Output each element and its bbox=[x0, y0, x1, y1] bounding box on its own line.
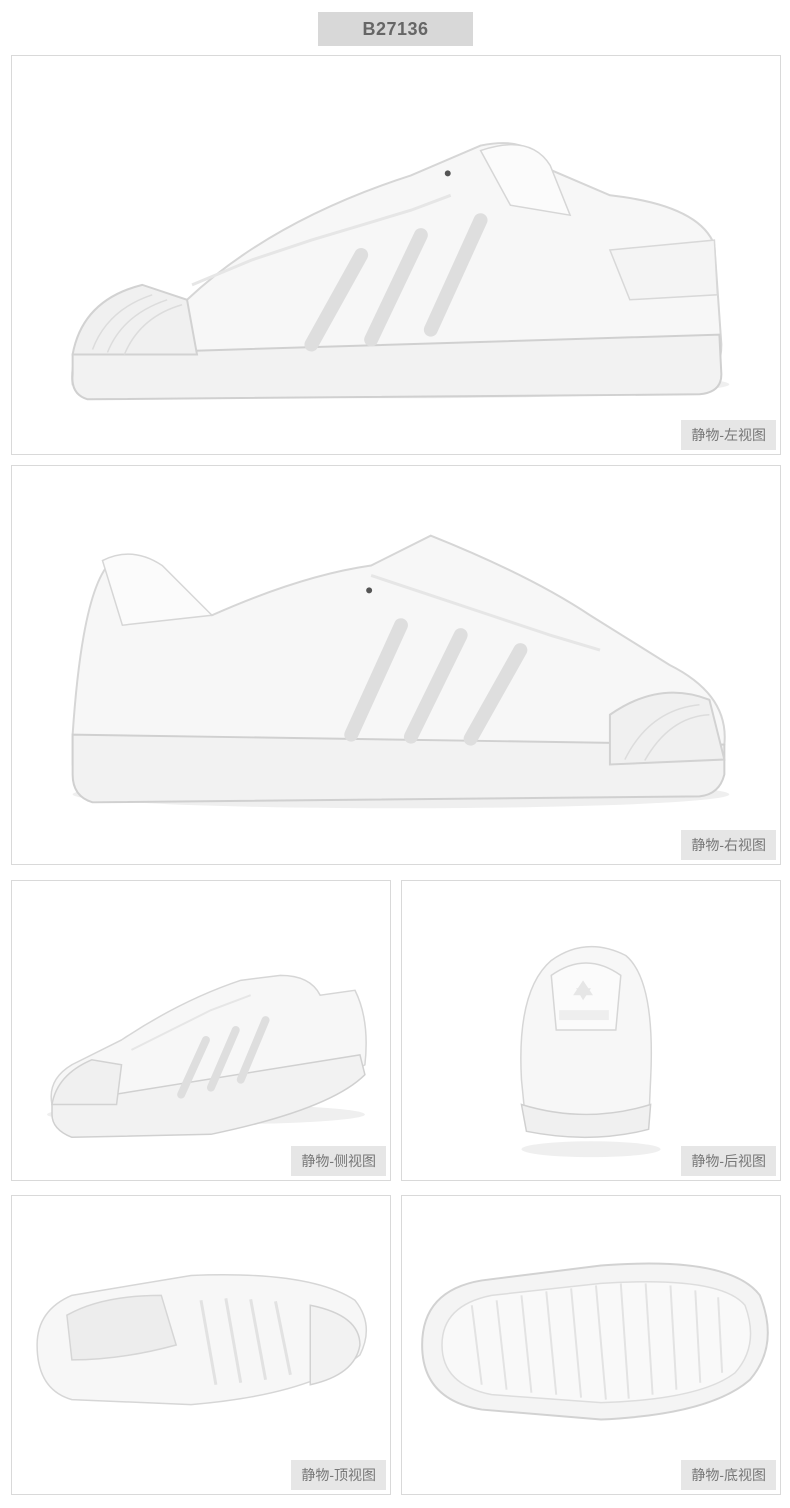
bottom-view-panel[interactable]: 静物-底视图 bbox=[401, 1195, 781, 1495]
shoe-left-view-image bbox=[71, 142, 730, 401]
side-view-label: 静物-侧视图 bbox=[291, 1146, 386, 1176]
side-view-panel[interactable]: 静物-侧视图 bbox=[11, 880, 391, 1181]
right-view-label: 静物-右视图 bbox=[681, 830, 776, 860]
back-view-panel[interactable]: 静物-后视图 bbox=[401, 880, 781, 1181]
left-view-label: 静物-左视图 bbox=[681, 420, 776, 450]
top-view-label: 静物-顶视图 bbox=[291, 1460, 386, 1490]
back-view-label: 静物-后视图 bbox=[681, 1146, 776, 1176]
shoe-bottom-view-image bbox=[421, 1262, 769, 1421]
bottom-view-label: 静物-底视图 bbox=[681, 1460, 776, 1490]
shoe-top-view-image bbox=[36, 1274, 367, 1406]
shoe-back-view-image bbox=[520, 946, 661, 1158]
right-view-panel[interactable]: 静物-右视图 bbox=[11, 465, 781, 865]
shoe-right-view-image bbox=[71, 534, 730, 809]
shoe-side-view-image bbox=[47, 974, 367, 1139]
left-view-panel[interactable]: 静物-左视图 bbox=[11, 55, 781, 455]
product-code-badge: B27136 bbox=[318, 12, 473, 46]
top-view-panel[interactable]: 静物-顶视图 bbox=[11, 1195, 391, 1495]
